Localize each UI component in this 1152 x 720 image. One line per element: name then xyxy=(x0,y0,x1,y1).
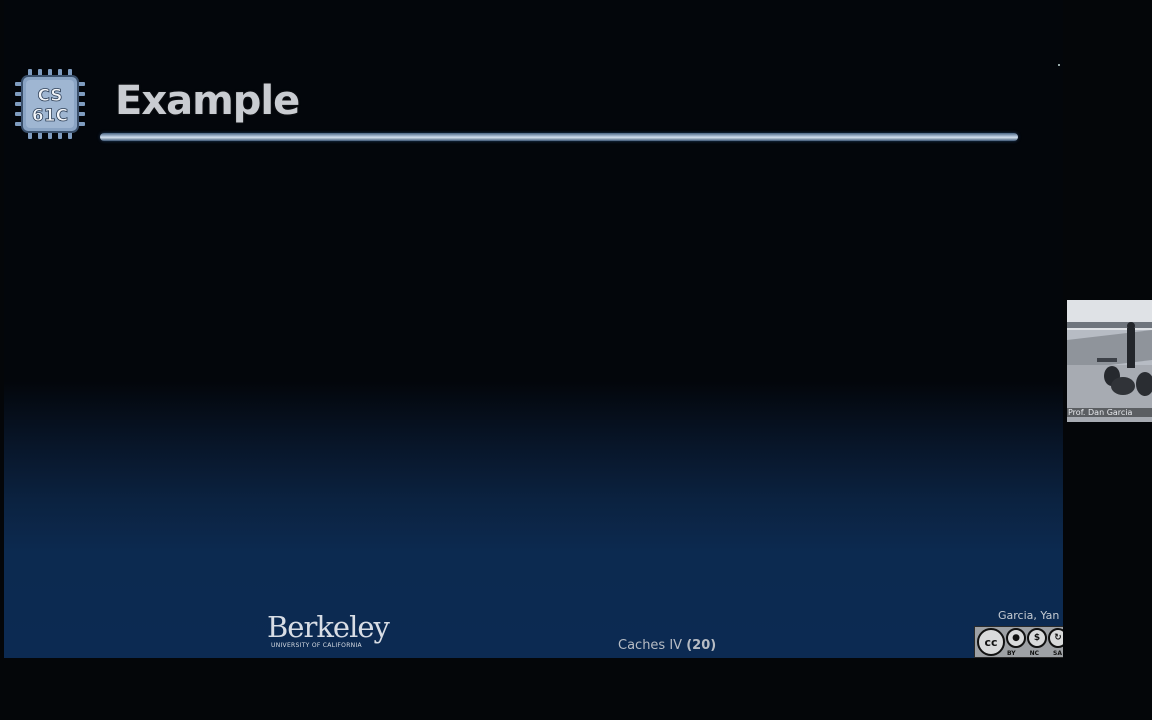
slide-title: Example xyxy=(115,78,300,124)
slide-footer-label: Caches IV (20) xyxy=(618,638,716,653)
berkeley-logo: Berkeley UNIVERSITY OF CALIFORNIA xyxy=(267,610,390,654)
license-label-by: BY xyxy=(1007,650,1016,657)
sa-icon: ↻ xyxy=(1048,628,1063,648)
berkeley-wordmark: Berkeley xyxy=(267,610,390,644)
nc-icon: $ xyxy=(1027,628,1047,648)
webcam-overlay[interactable]: Prof. Dan Garcia xyxy=(1067,300,1152,422)
lecture-hall-image xyxy=(1067,300,1152,422)
cc-icon: cc xyxy=(977,628,1005,656)
by-icon: ● xyxy=(1006,628,1026,648)
slide-number: (20) xyxy=(686,638,717,653)
cs61c-chip-logo: CS 61C xyxy=(15,69,85,139)
logo-line1: CS xyxy=(37,86,62,106)
cursor-dot xyxy=(1058,64,1060,66)
authors: Garcia, Yan xyxy=(998,609,1060,622)
license-labels: BY NC SA xyxy=(1007,650,1062,657)
webcam-caption: Prof. Dan Garcia xyxy=(1067,408,1152,417)
logo-line2: 61C xyxy=(32,106,68,126)
license-label-sa: SA xyxy=(1053,650,1062,657)
cc-by-nc-sa-icon: cc ● $ ↻ BY NC SA xyxy=(974,626,1063,658)
license-label-nc: NC xyxy=(1029,650,1040,657)
lecture-title: Caches IV xyxy=(618,638,683,653)
title-divider xyxy=(100,133,1018,141)
slide: CS 61C Example Berkeley UNIVERSITY OF CA… xyxy=(4,0,1063,658)
